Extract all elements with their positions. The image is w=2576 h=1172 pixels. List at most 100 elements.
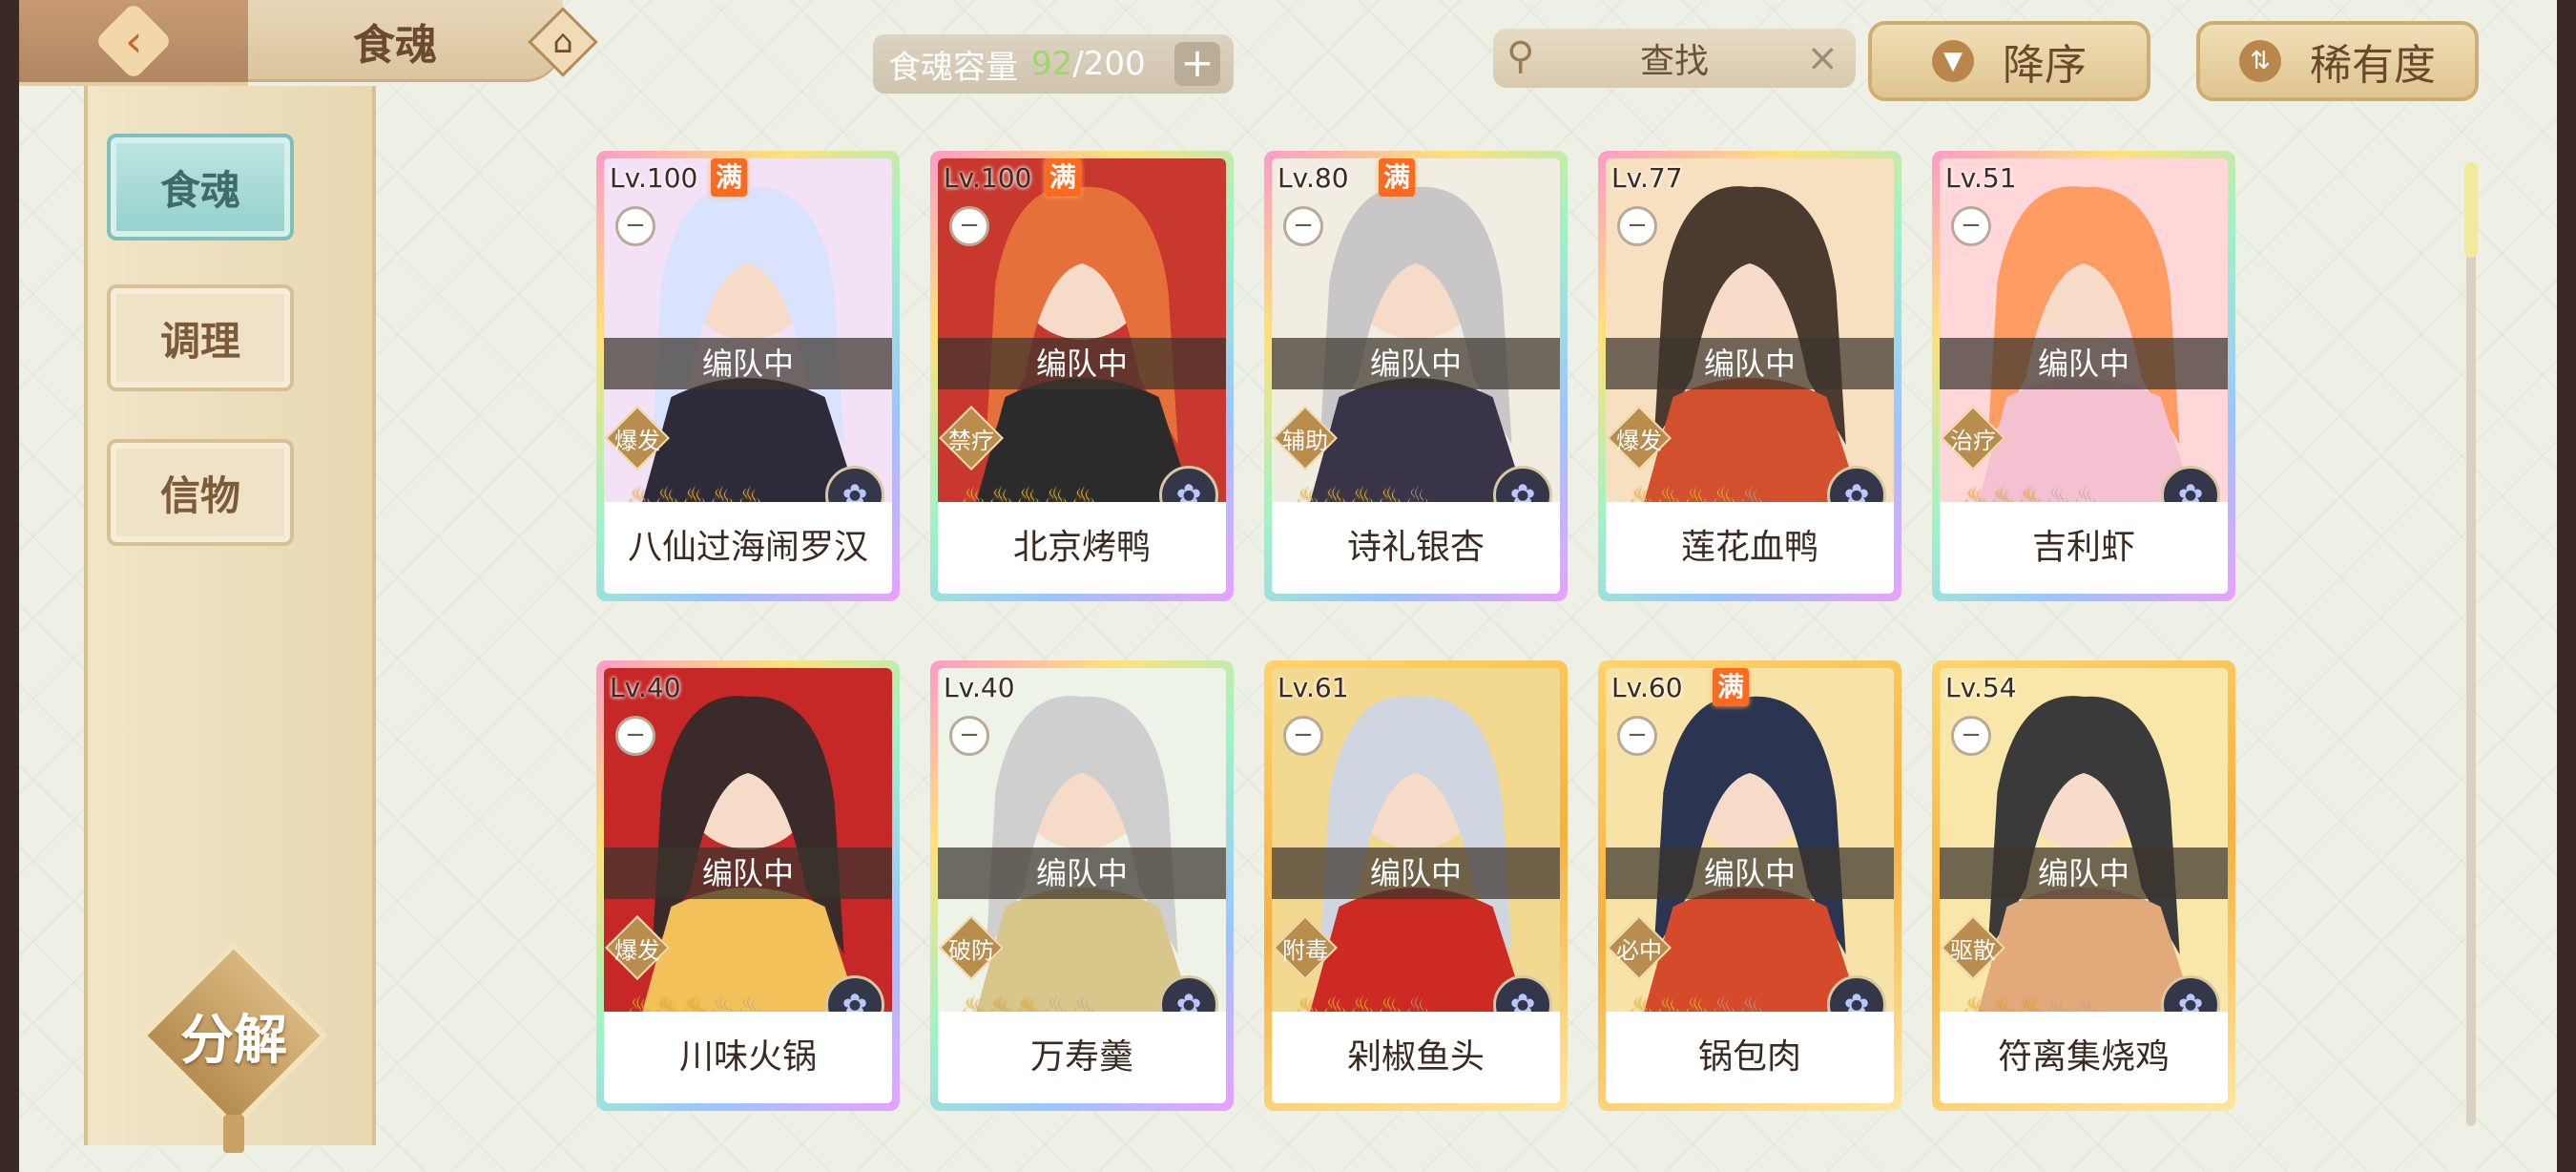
minus-icon[interactable]: − — [949, 716, 989, 756]
level-label: Lv.77 — [1611, 162, 1683, 194]
max-level-badge: 满 — [711, 158, 747, 197]
level-label: Lv.100 — [610, 162, 698, 194]
card-frame: Lv.100 满 − 编队中 禁疗 ♨♨♨♨♨ ✿ 北京烤鸭 — [938, 158, 1226, 594]
tab-label: 信物 — [159, 471, 240, 519]
food-soul-name: 川味火锅 — [604, 1012, 892, 1103]
scrollbar-track[interactable] — [2466, 162, 2476, 1126]
minus-icon[interactable]: − — [1283, 716, 1323, 756]
level-label: Lv.100 — [944, 162, 1032, 194]
food-soul-name: 诗礼银杏 — [1272, 502, 1560, 594]
card-frame: Lv.77 − 编队中 爆发 ♨♨♨♨♨ ✿ 莲花血鸭 — [1606, 158, 1894, 594]
role-label: 爆发 — [1616, 427, 1662, 454]
tassel-icon — [223, 1115, 244, 1153]
capacity-display: 食魂容量 92 /200 + — [873, 34, 1234, 94]
back-arrow-icon: ‹ — [93, 1, 174, 81]
home-icon: ⌂ — [552, 23, 573, 61]
sort-key-label: 稀有度 — [2310, 41, 2436, 90]
card-frame: Lv.60 满 − 编队中 必中 ♨♨♨♨♨ ✿ 锅包肉 — [1606, 668, 1894, 1103]
in-team-banner: 编队中 — [604, 848, 892, 899]
minus-icon[interactable]: − — [949, 206, 989, 246]
minus-icon[interactable]: − — [615, 206, 655, 246]
search-icon: ⚲ — [1506, 34, 1535, 78]
food-soul-name: 万寿羹 — [938, 1012, 1226, 1103]
role-label: 必中 — [1616, 936, 1662, 964]
level-label: Lv.40 — [944, 672, 1015, 703]
role-label: 附毒 — [1282, 936, 1328, 964]
in-team-banner: 编队中 — [938, 338, 1226, 389]
card-frame: Lv.40 − 编队中 破防 ♨♨♨♨♨ ✿ 万寿羹 — [938, 668, 1226, 1103]
scrollbar-thumb[interactable] — [2464, 162, 2478, 258]
food-soul-card[interactable]: Lv.54 − 编队中 驱散 ♨♨♨♨♨ ✿ 符离集烧鸡 — [1932, 660, 2235, 1111]
page-title: 食魂 — [248, 0, 563, 82]
capacity-add-button[interactable]: + — [1174, 42, 1220, 86]
in-team-banner: 编队中 — [1272, 338, 1560, 389]
food-soul-name: 吉利虾 — [1940, 502, 2228, 594]
card-frame: Lv.54 − 编队中 驱散 ♨♨♨♨♨ ✿ 符离集烧鸡 — [1940, 668, 2228, 1103]
sort-key-button[interactable]: ⇅ 稀有度 — [2196, 21, 2479, 101]
home-button[interactable]: ⌂ — [525, 7, 601, 77]
role-label: 禁疗 — [948, 427, 994, 454]
card-frame: Lv.80 满 − 编队中 辅助 ♨♨♨♨♨ ✿ 诗礼银杏 — [1272, 158, 1560, 594]
food-soul-card[interactable]: Lv.40 − 编队中 爆发 ♨♨♨♨♨ ✿ 川味火锅 — [596, 660, 900, 1111]
food-soul-card[interactable]: Lv.40 − 编队中 破防 ♨♨♨♨♨ ✿ 万寿羹 — [930, 660, 1234, 1111]
sort-order-label: 降序 — [2003, 41, 2087, 90]
level-label: Lv.60 — [1611, 672, 1683, 703]
sidebar: 食魂 调理 信物 分解 — [84, 86, 376, 1153]
role-label: 驱散 — [1950, 936, 1996, 964]
food-soul-card[interactable]: Lv.60 满 − 编队中 必中 ♨♨♨♨♨ ✿ 锅包肉 — [1598, 660, 1901, 1111]
role-badge: 驱散 — [1941, 915, 2005, 980]
in-team-banner: 编队中 — [1606, 338, 1894, 389]
minus-icon[interactable]: − — [1951, 716, 1991, 756]
tab-tokens[interactable]: 信物 — [107, 439, 294, 546]
food-soul-name: 符离集烧鸡 — [1940, 1012, 2228, 1103]
role-badge: 辅助 — [1273, 406, 1338, 471]
in-team-banner: 编队中 — [604, 338, 892, 389]
food-soul-card[interactable]: Lv.61 − 编队中 附毒 ♨♨♨♨♨ ✿ 剁椒鱼头 — [1264, 660, 1568, 1111]
tab-food-souls[interactable]: 食魂 — [107, 134, 294, 241]
search-input[interactable]: ⚲ 查找 × — [1493, 29, 1856, 88]
food-soul-name: 北京烤鸭 — [938, 502, 1226, 594]
capacity-label: 食魂容量 — [888, 48, 1018, 87]
role-label: 爆发 — [614, 427, 660, 454]
food-soul-name: 莲花血鸭 — [1606, 502, 1894, 594]
food-soul-card[interactable]: Lv.80 满 − 编队中 辅助 ♨♨♨♨♨ ✿ 诗礼银杏 — [1264, 151, 1568, 601]
food-soul-name: 锅包肉 — [1606, 1012, 1894, 1103]
level-label: Lv.51 — [1945, 162, 2017, 194]
decompose-button[interactable]: 分解 — [139, 941, 328, 1153]
tab-label: 调理 — [159, 317, 240, 365]
food-soul-card[interactable]: Lv.100 满 − 编队中 爆发 ♨♨♨♨♨ ✿ 八仙过海闹罗汉 — [596, 151, 900, 601]
game-screen: ‹ 食魂 ⌂ 食魂容量 92 /200 + ⚲ 查找 × ▼ 降序 ⇅ 稀有度 … — [19, 0, 2557, 1172]
max-level-badge: 满 — [1713, 668, 1749, 706]
role-badge: 破防 — [939, 915, 1004, 980]
food-soul-name: 剁椒鱼头 — [1272, 1012, 1560, 1103]
tab-cooking[interactable]: 调理 — [107, 284, 294, 391]
clear-search-button[interactable]: × — [1806, 36, 1839, 80]
role-badge: 爆发 — [1607, 406, 1672, 471]
in-team-banner: 编队中 — [938, 848, 1226, 899]
card-frame: Lv.51 − 编队中 治疗 ♨♨♨♨♨ ✿ 吉利虾 — [1940, 158, 2228, 594]
max-level-badge: 满 — [1045, 158, 1081, 197]
card-frame: Lv.61 − 编队中 附毒 ♨♨♨♨♨ ✿ 剁椒鱼头 — [1272, 668, 1560, 1103]
role-label: 治疗 — [1950, 427, 1996, 454]
back-button[interactable]: ‹ — [19, 0, 248, 86]
minus-icon[interactable]: − — [1283, 206, 1323, 246]
capacity-max: /200 — [1072, 45, 1146, 83]
food-soul-card[interactable]: Lv.51 − 编队中 治疗 ♨♨♨♨♨ ✿ 吉利虾 — [1932, 151, 2235, 601]
minus-icon[interactable]: − — [1951, 206, 1991, 246]
down-triangle-icon: ▼ — [1932, 40, 1974, 82]
sort-order-button[interactable]: ▼ 降序 — [1868, 21, 2150, 101]
capacity-current: 92 — [1031, 45, 1073, 83]
minus-icon[interactable]: − — [1617, 206, 1657, 246]
role-badge: 禁疗 — [939, 406, 1004, 471]
food-soul-card[interactable]: Lv.100 满 − 编队中 禁疗 ♨♨♨♨♨ ✿ 北京烤鸭 — [930, 151, 1234, 601]
decompose-label: 分解 — [180, 1009, 287, 1072]
food-soul-card[interactable]: Lv.77 − 编队中 爆发 ♨♨♨♨♨ ✿ 莲花血鸭 — [1598, 151, 1901, 601]
minus-icon[interactable]: − — [615, 716, 655, 756]
in-team-banner: 编队中 — [1606, 848, 1894, 899]
level-label: Lv.40 — [610, 672, 681, 703]
in-team-banner: 编队中 — [1940, 338, 2228, 389]
swap-arrows-icon: ⇅ — [2239, 40, 2281, 82]
level-label: Lv.61 — [1278, 672, 1349, 703]
minus-icon[interactable]: − — [1617, 716, 1657, 756]
role-badge: 治疗 — [1941, 406, 2005, 471]
